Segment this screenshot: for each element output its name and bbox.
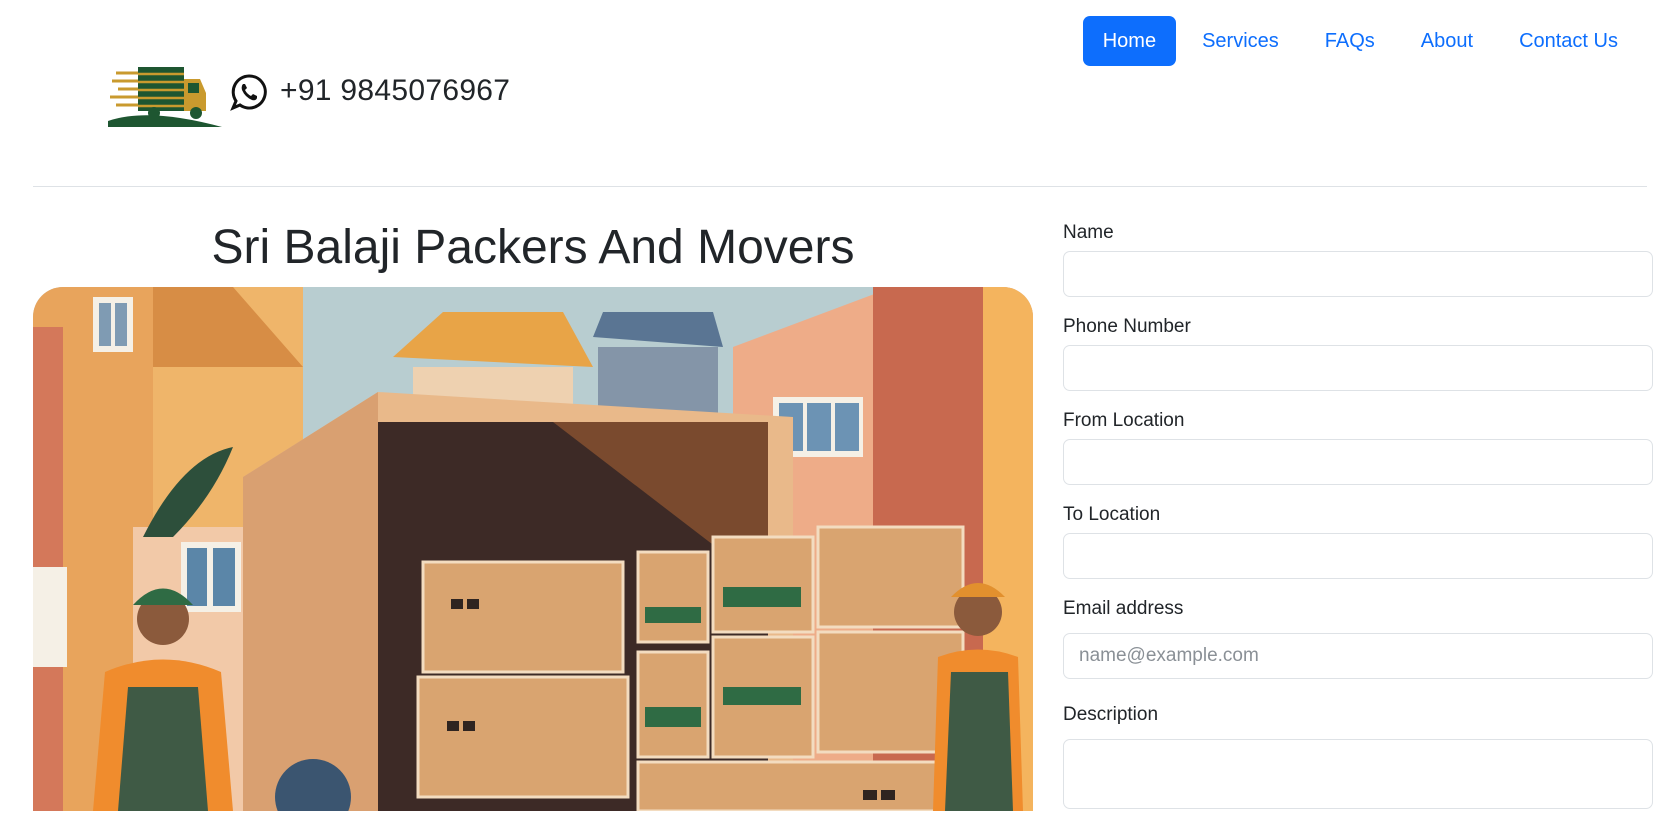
nav-home[interactable]: Home: [1082, 16, 1177, 66]
nav-faqs[interactable]: FAQs: [1305, 16, 1395, 66]
name-label: Name: [1063, 222, 1114, 243]
from-location-label: From Location: [1063, 410, 1185, 431]
name-input[interactable]: [1063, 251, 1653, 297]
nav-contact-us[interactable]: Contact Us: [1499, 16, 1638, 66]
whatsapp-icon[interactable]: [230, 73, 268, 111]
description-label: Description: [1063, 704, 1159, 725]
main-nav: Home Services FAQs About Contact Us: [1082, 16, 1638, 66]
movers-loading-boxes-illustration: [33, 287, 1033, 811]
email-label: Email address: [1063, 598, 1184, 619]
enquiry-form: Name Phone Number From Location To Locat…: [1063, 221, 1653, 827]
phone-number-input[interactable]: [1063, 345, 1653, 391]
moving-truck-logo[interactable]: [108, 59, 222, 127]
phone-number[interactable]: +91 9845076967: [280, 74, 510, 108]
page-title: Sri Balaji Packers And Movers: [211, 221, 855, 274]
email-input[interactable]: [1063, 633, 1653, 679]
to-location-input[interactable]: [1063, 533, 1653, 579]
phone-number-label: Phone Number: [1063, 316, 1191, 337]
nav-services[interactable]: Services: [1182, 16, 1299, 66]
description-textarea[interactable]: [1063, 739, 1653, 809]
from-location-input[interactable]: [1063, 439, 1653, 485]
header-divider: [33, 186, 1647, 187]
to-location-label: To Location: [1063, 504, 1161, 525]
nav-about[interactable]: About: [1401, 16, 1493, 66]
